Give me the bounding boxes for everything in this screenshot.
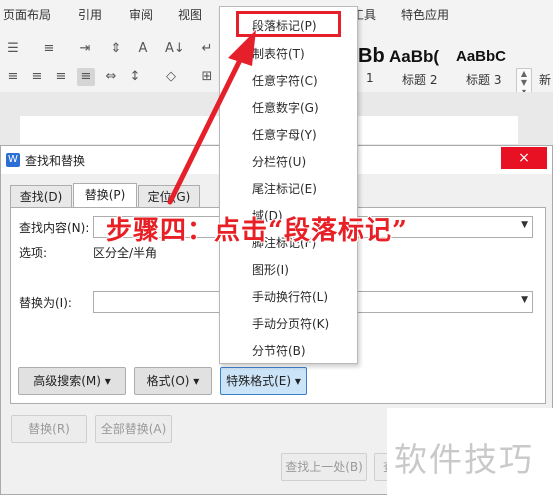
step-annotation: 步骤四：点击“段落标记”: [106, 216, 408, 246]
arrow-head: [228, 30, 256, 66]
arrow-shaft: [167, 53, 245, 205]
watermark: 软件技巧: [394, 440, 534, 479]
